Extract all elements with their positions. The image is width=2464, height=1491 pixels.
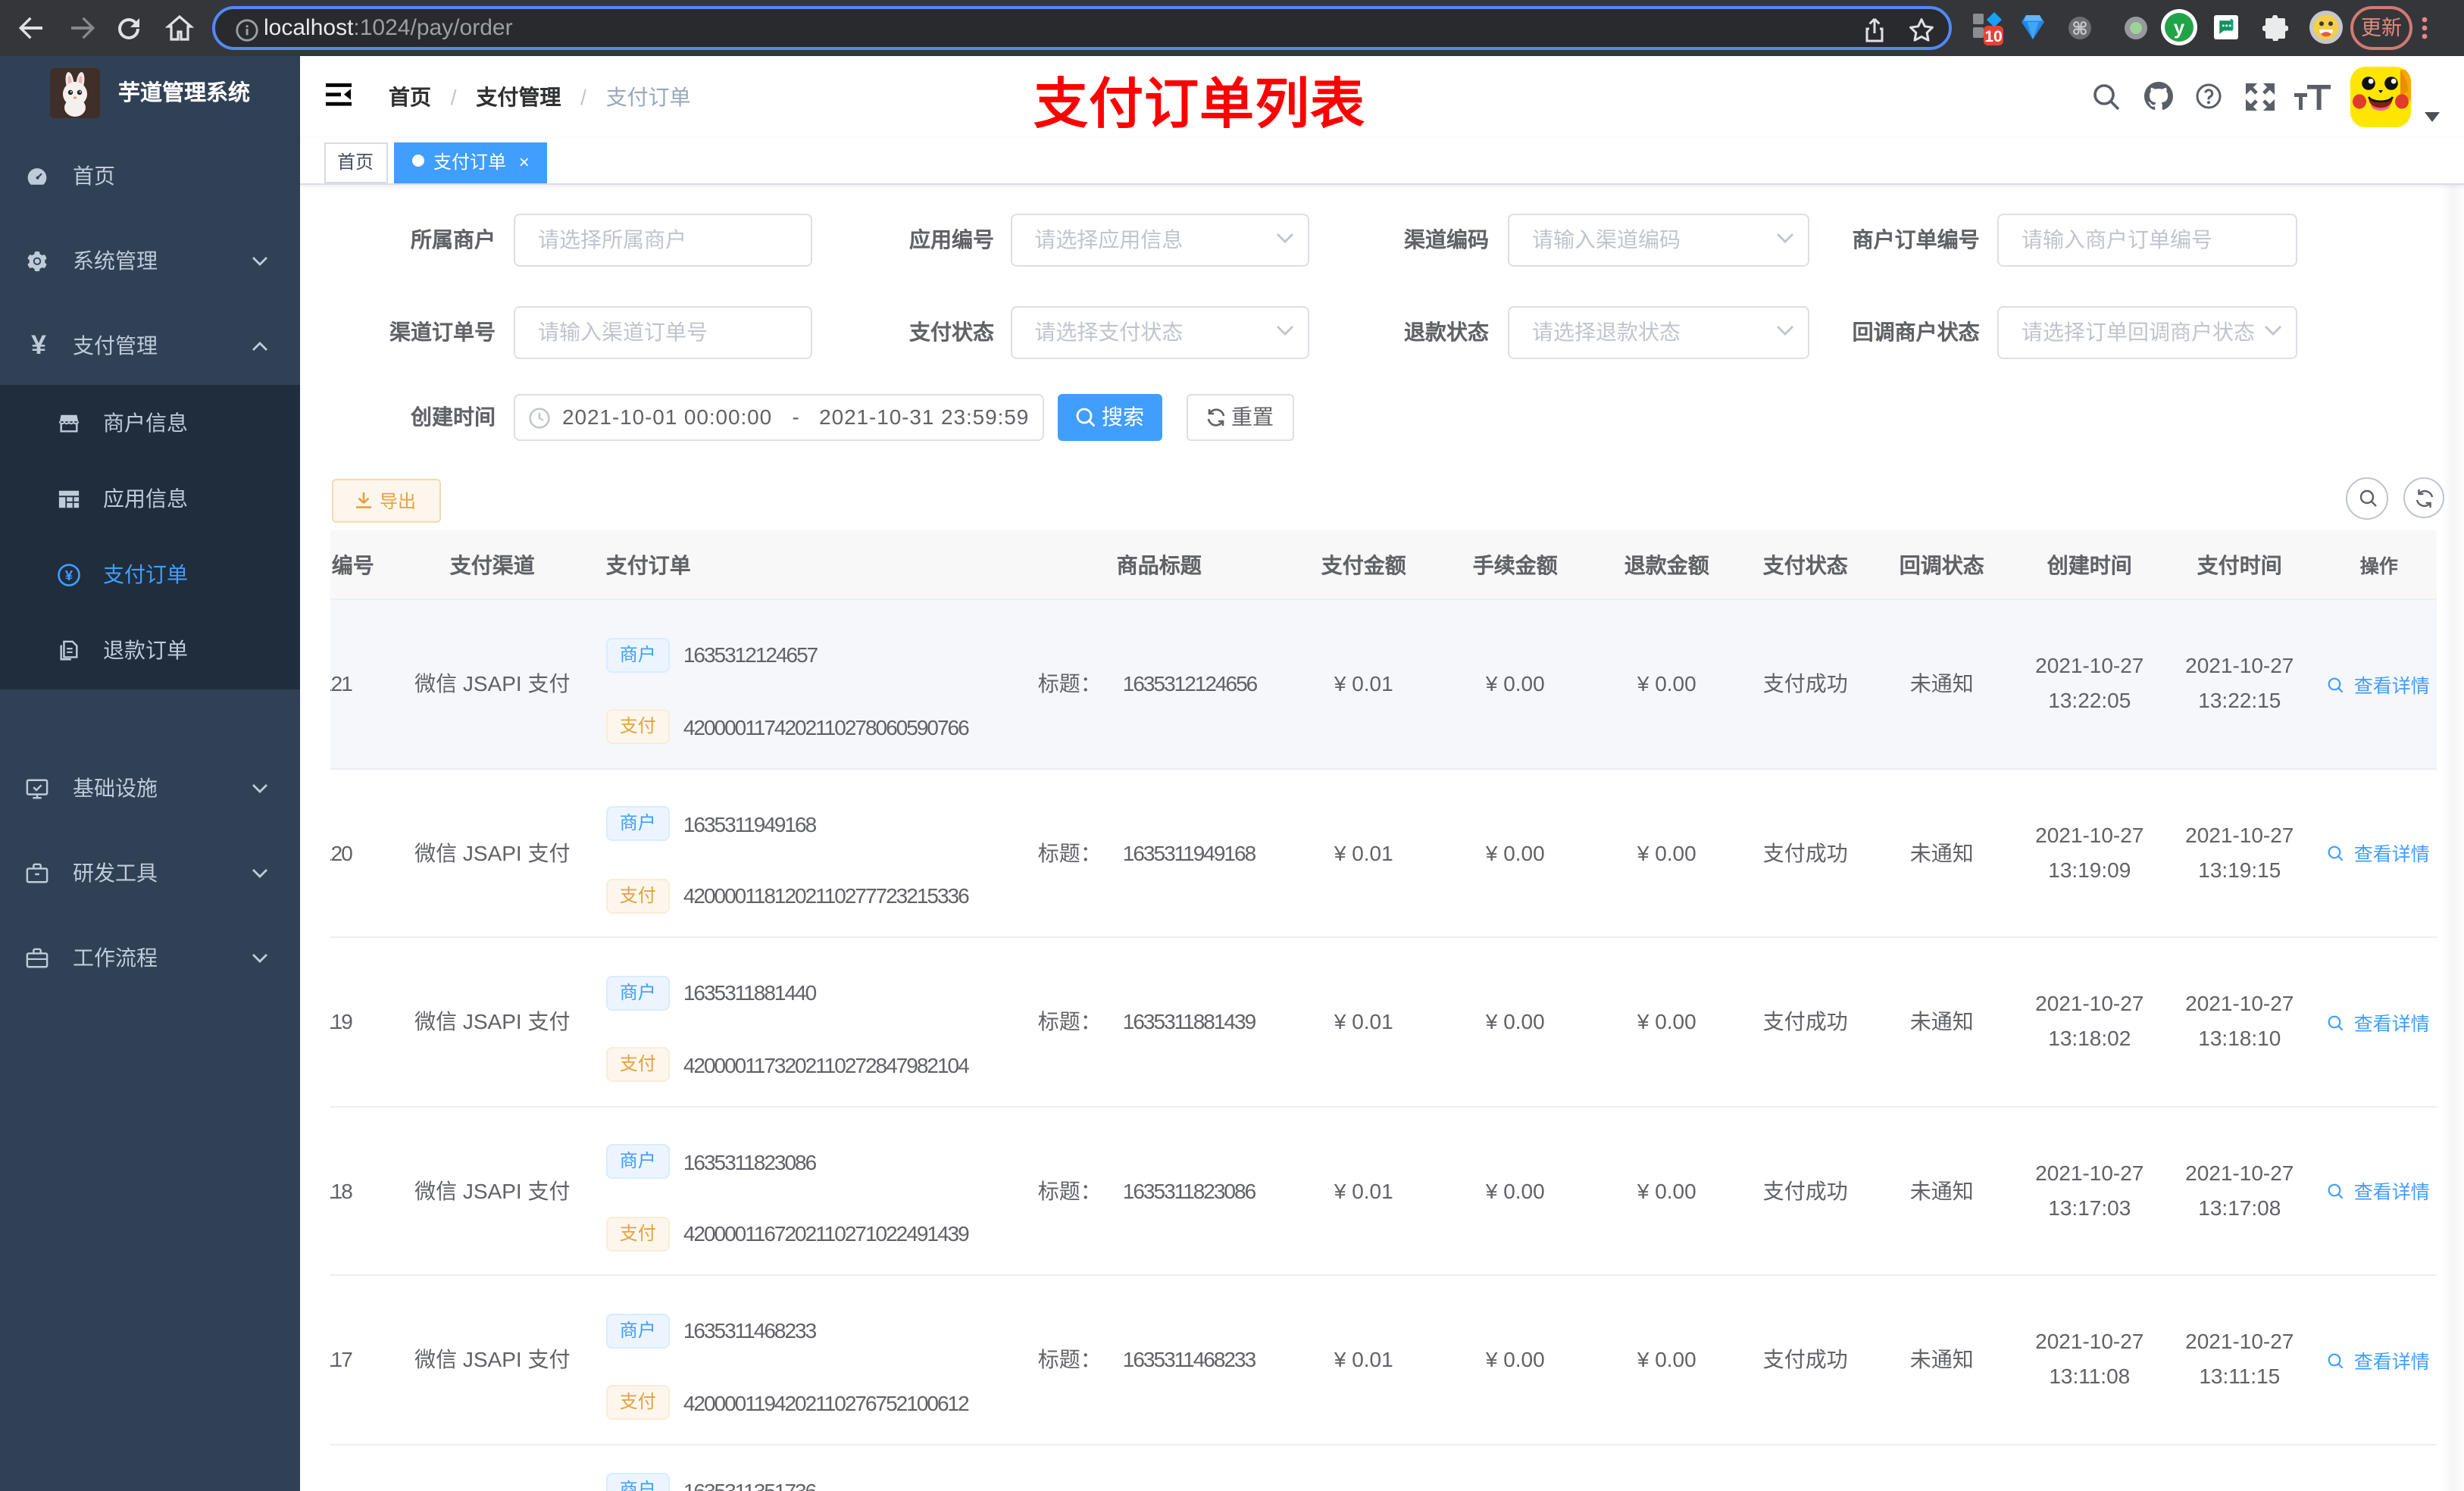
svg-text:10: 10	[1984, 28, 2002, 45]
svg-text:y: y	[2174, 16, 2185, 39]
svg-text:¥: ¥	[65, 567, 73, 583]
svg-text:¥: ¥	[31, 333, 46, 356]
